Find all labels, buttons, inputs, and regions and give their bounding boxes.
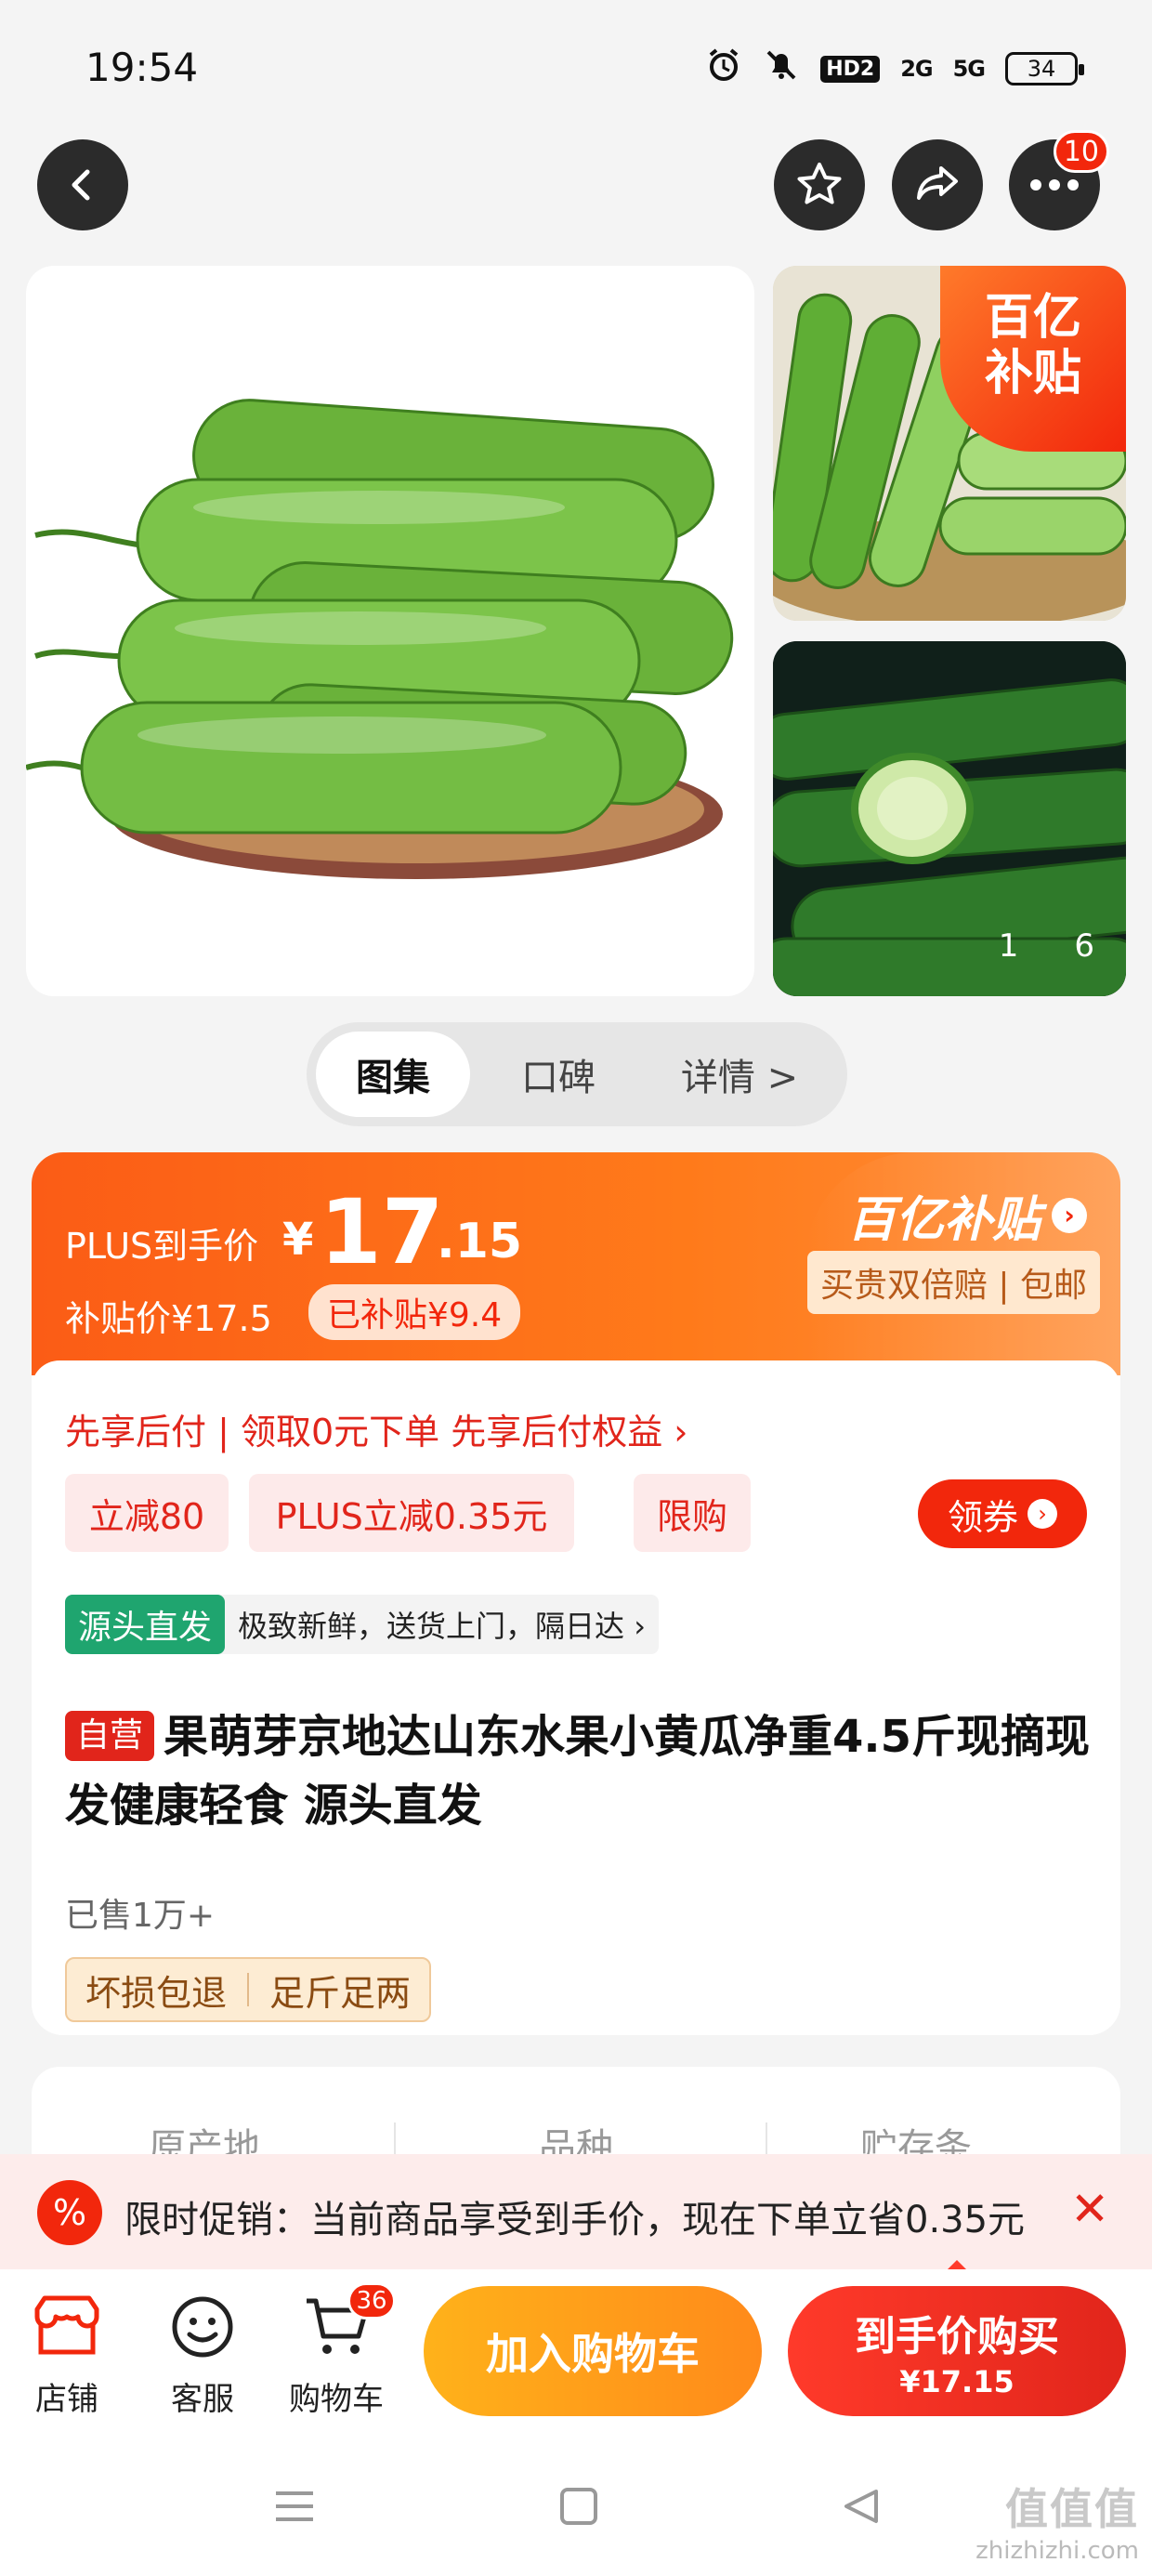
shop-icon bbox=[30, 2290, 104, 2364]
page-current: 1 bbox=[998, 927, 1019, 965]
shop-button[interactable]: 店铺 bbox=[11, 2290, 123, 2419]
star-icon bbox=[797, 163, 842, 204]
source-direct-row[interactable]: 源头直发 极致新鲜，送货上门，隔日达 › bbox=[65, 1595, 659, 1654]
share-icon bbox=[917, 166, 958, 200]
subsidy-brand-link[interactable]: 百亿补贴 › bbox=[847, 1180, 1087, 1250]
plus-discount-chip[interactable]: PLUS立减0.35元 bbox=[249, 1474, 574, 1552]
source-tag: 源头直发 bbox=[65, 1595, 226, 1654]
self-operated-tag: 自营 bbox=[65, 1711, 155, 1761]
status-icons: HD2 2G 5G 34 bbox=[705, 46, 1084, 91]
watermark: 值值值 zhizhizhi.com bbox=[975, 2476, 1139, 2565]
subsidy-amount-chip: 已补贴¥9.4 bbox=[308, 1284, 521, 1340]
status-bar: 19:54 HD2 2G 5G 34 bbox=[0, 0, 1152, 130]
plus-price-label: PLUS到手价 bbox=[65, 1226, 259, 1267]
price-banner: PLUS到手价 ¥ 17 .15 补贴价¥17.5 已补贴¥9.4 百亿补贴 ›… bbox=[32, 1152, 1120, 1375]
offer-section: 先享后付 | 领取0元下单 先享后付权益 › 立减80 PLUS立减0.35元 … bbox=[32, 1360, 1120, 2035]
price-decimal: .15 bbox=[437, 1214, 523, 1269]
buy-now-label: 到手价购买 bbox=[855, 2313, 1059, 2360]
tab-reviews[interactable]: 口碑 bbox=[470, 1032, 647, 1117]
tab-gallery[interactable]: 图集 bbox=[316, 1032, 470, 1117]
promo-chips: 立减80 PLUS立减0.35元 限购 领券 › bbox=[65, 1474, 1087, 1552]
cart-button[interactable]: 36 购物车 bbox=[281, 2282, 396, 2419]
more-button[interactable]: 10 bbox=[1009, 130, 1109, 230]
watermark-url: zhizhizhi.com bbox=[975, 2537, 1139, 2565]
customer-service-button[interactable]: 客服 bbox=[147, 2290, 258, 2419]
get-coupon-button[interactable]: 领券 › bbox=[918, 1479, 1087, 1548]
discount-chip[interactable]: 立减80 bbox=[65, 1474, 229, 1552]
tab-details[interactable]: 详情 > bbox=[647, 1032, 832, 1117]
signal-2g-icon: 2G bbox=[900, 56, 933, 82]
mute-bell-icon bbox=[763, 46, 800, 91]
source-text: 极致新鲜，送货上门，隔日达 › bbox=[238, 1609, 646, 1644]
share-button[interactable] bbox=[892, 139, 983, 230]
system-navigation-bar: 值值值 zhizhizhi.com bbox=[0, 2437, 1152, 2576]
bnpl-link[interactable]: 先享后付 | 领取0元下单 先享后付权益 › bbox=[65, 1403, 688, 1454]
home-square-icon[interactable] bbox=[546, 2474, 611, 2539]
promo-notice-text: 限时促销：当前商品享受到手价，现在下单立省0.35元 bbox=[124, 2199, 1026, 2241]
product-title-block: 自营 果萌芽京地达山东水果小黄瓜净重4.5斤现摘现发健康轻食 源头直发 bbox=[65, 1702, 1096, 1840]
cart-icon: 36 bbox=[299, 2282, 396, 2364]
subsidy-corner-badge: 百亿补贴 bbox=[940, 266, 1126, 452]
signal-5g-icon: 5G bbox=[952, 56, 986, 82]
sold-count: 已售1万+ bbox=[65, 1897, 216, 1935]
subsidy-brand-text: 百亿补贴 bbox=[846, 1192, 1041, 1248]
back-triangle-icon[interactable] bbox=[829, 2474, 894, 2539]
price-integer: 17 bbox=[320, 1180, 444, 1284]
buy-now-price: ¥17.15 bbox=[899, 2364, 1015, 2399]
back-button[interactable] bbox=[37, 139, 128, 230]
smiley-chat-icon bbox=[165, 2290, 240, 2364]
product-thumbnail-2[interactable]: 1 6 bbox=[773, 641, 1126, 996]
subsidy-brand-tag: 买贵双倍赔 | 包邮 bbox=[806, 1251, 1100, 1314]
limit-chip[interactable]: 限购 bbox=[634, 1474, 751, 1552]
shop-label: 店铺 bbox=[35, 2381, 98, 2418]
watermark-site: 值值值 bbox=[1005, 2484, 1139, 2534]
divider bbox=[247, 1973, 250, 2006]
percent-icon: % bbox=[37, 2180, 102, 2245]
product-thumbnail-1[interactable]: 百亿补贴 bbox=[773, 266, 1126, 621]
more-dots-icon bbox=[1030, 179, 1079, 191]
coupon-label: 领券 bbox=[947, 1496, 1018, 1538]
product-main-image[interactable] bbox=[26, 266, 754, 996]
guarantee-weight: 足斤足两 bbox=[269, 1972, 412, 2014]
alarm-icon bbox=[705, 46, 742, 91]
price-currency: ¥ bbox=[282, 1214, 314, 1266]
add-to-cart-button[interactable]: 加入购物车 bbox=[424, 2286, 762, 2416]
chevron-left-icon bbox=[72, 169, 90, 201]
guarantee-damage: 坏损包退 bbox=[85, 1972, 228, 2014]
chevron-right-icon: › bbox=[1028, 1499, 1057, 1529]
bottom-action-bar: 店铺 客服 36 购物车 加入购物车 到手价购买 ¥17.15 bbox=[0, 2269, 1152, 2437]
menu-icon[interactable] bbox=[262, 2474, 327, 2539]
page-total: 6 bbox=[1074, 927, 1094, 965]
hd-icon: HD2 bbox=[820, 55, 881, 83]
battery-icon: 34 bbox=[1005, 52, 1084, 85]
favorite-button[interactable] bbox=[774, 139, 865, 230]
product-title: 果萌芽京地达山东水果小黄瓜净重4.5斤现摘现发健康轻食 源头直发 bbox=[65, 1711, 1091, 1832]
cucumber-image bbox=[26, 399, 734, 879]
image-page-counter: 1 6 bbox=[999, 927, 1094, 965]
chevron-right-icon: › bbox=[1052, 1197, 1087, 1233]
cart-label: 购物车 bbox=[289, 2381, 384, 2418]
guarantee-tags[interactable]: 坏损包退 足斤足两 bbox=[65, 1957, 432, 2022]
promo-notice-bar[interactable]: % 限时促销：当前商品享受到手价，现在下单立省0.35元 ✕ bbox=[0, 2154, 1152, 2269]
status-time: 19:54 bbox=[85, 45, 199, 90]
price-card: PLUS到手价 ¥ 17 .15 补贴价¥17.5 已补贴¥9.4 百亿补贴 ›… bbox=[32, 1152, 1120, 2035]
buy-now-button[interactable]: 到手价购买 ¥17.15 bbox=[788, 2286, 1126, 2416]
service-label: 客服 bbox=[171, 2381, 234, 2418]
cart-badge: 36 bbox=[347, 2282, 396, 2320]
close-icon[interactable]: ✕ bbox=[1070, 2182, 1109, 2236]
content-tabs: 图集 口碑 详情 > bbox=[307, 1022, 847, 1126]
more-badge: 10 bbox=[1053, 130, 1109, 173]
subsidy-price: 补贴价¥17.5 bbox=[65, 1298, 272, 1339]
